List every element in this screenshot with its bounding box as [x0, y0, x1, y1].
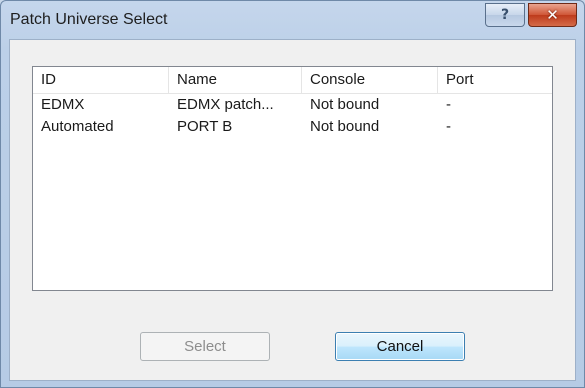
cell-id: EDMX — [41, 96, 85, 113]
column-header-id[interactable]: ID — [33, 67, 169, 93]
close-icon: ✕ — [546, 6, 559, 24]
list-row[interactable]: Automated PORT B Not bound - — [33, 116, 552, 138]
universe-list[interactable]: ID Name Console Port EDMX EDMX patch... … — [32, 66, 553, 291]
cell-name: EDMX patch... — [177, 96, 274, 113]
dialog-window: Patch Universe Select ? ✕ ID Name Consol… — [0, 0, 585, 388]
cell-id: Automated — [41, 118, 114, 135]
cancel-button[interactable]: Cancel — [335, 332, 465, 361]
cell-console: Not bound — [310, 96, 380, 113]
cell-port: - — [446, 96, 451, 113]
cell-console: Not bound — [310, 118, 380, 135]
list-row[interactable]: EDMX EDMX patch... Not bound - — [33, 94, 552, 116]
cell-name: PORT B — [177, 118, 233, 135]
close-button[interactable]: ✕ — [528, 3, 577, 27]
column-header-port[interactable]: Port — [438, 67, 554, 93]
column-header-name[interactable]: Name — [169, 67, 302, 93]
window-title: Patch Universe Select — [10, 11, 168, 28]
select-button[interactable]: Select — [140, 332, 270, 361]
help-icon: ? — [500, 7, 510, 23]
title-bar[interactable]: Patch Universe Select ? ✕ — [1, 1, 584, 39]
list-header: ID Name Console Port — [33, 67, 552, 94]
dialog-client-area: ID Name Console Port EDMX EDMX patch... … — [9, 39, 576, 381]
help-button[interactable]: ? — [485, 3, 525, 27]
cell-port: - — [446, 118, 451, 135]
column-header-console[interactable]: Console — [302, 67, 438, 93]
